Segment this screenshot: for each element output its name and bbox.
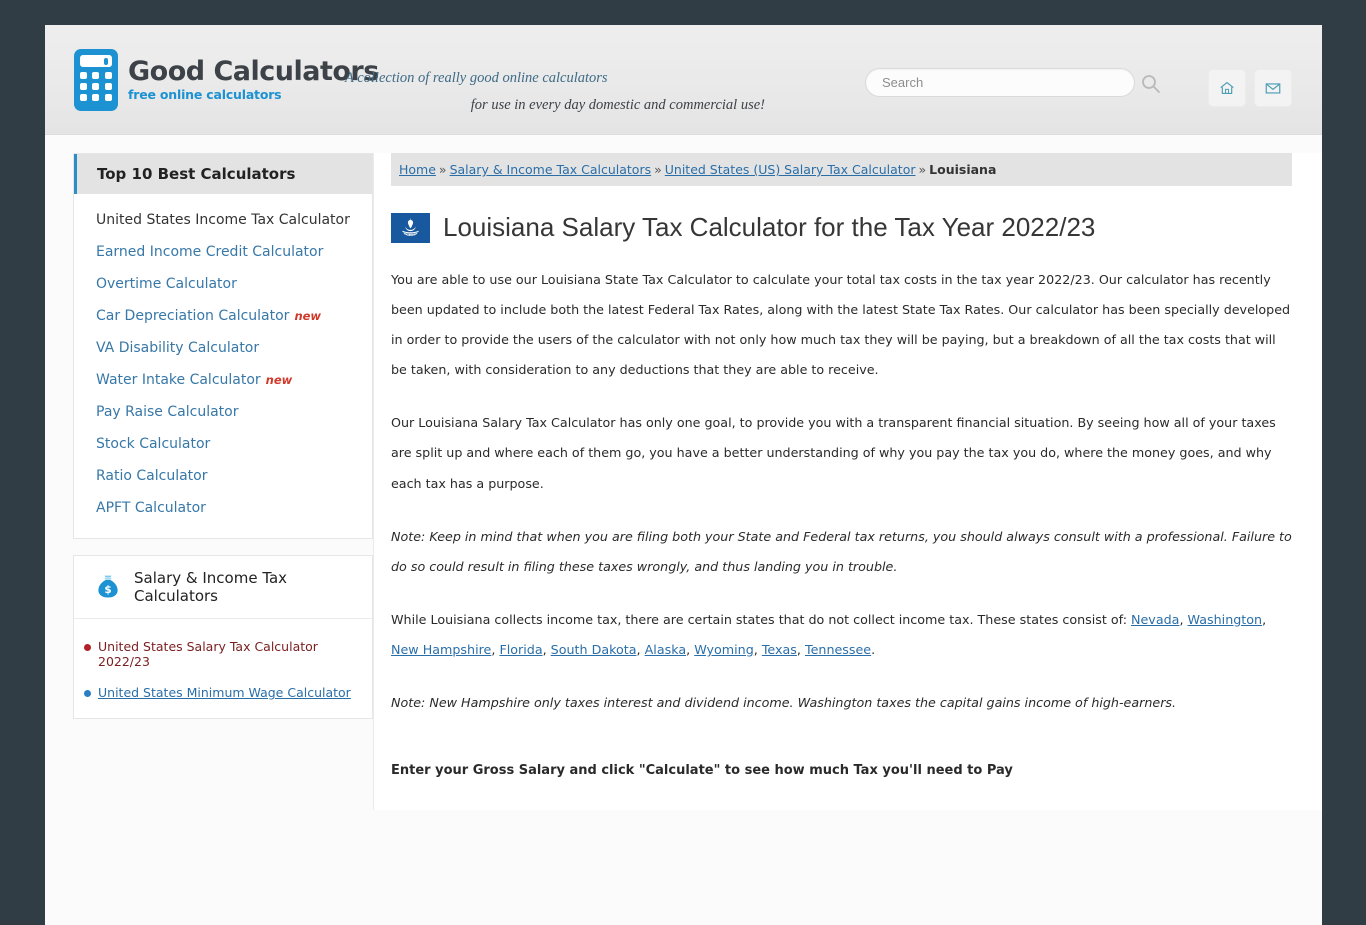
breadcrumb-link-us-salary-tax[interactable]: United States (US) Salary Tax Calculator: [665, 162, 916, 177]
sidebar-link[interactable]: Water Intake Calculator: [96, 372, 261, 388]
salary-tax-heading: Salary & Income Tax Calculators: [134, 569, 288, 605]
tagline-line-2: for use in every day domestic and commer…: [470, 96, 765, 113]
site-tagline: A collection of really good online calcu…: [345, 65, 765, 119]
state-link-alaska[interactable]: Alaska: [645, 642, 687, 657]
calculator-icon: [74, 49, 118, 111]
sidebar-link[interactable]: VA Disability Calculator: [96, 340, 259, 356]
svg-text:$: $: [104, 584, 111, 596]
search-box[interactable]: [865, 68, 1135, 97]
site-header: Good Calculators free online calculators…: [45, 25, 1322, 135]
state-link-washington[interactable]: Washington: [1188, 612, 1263, 627]
home-icon: [1220, 82, 1234, 94]
sidebar-item-us-minimum-wage[interactable]: United States Minimum Wage Calculator: [74, 677, 372, 708]
top10-heading: Top 10 Best Calculators: [74, 154, 372, 194]
search-input[interactable]: [865, 68, 1135, 97]
sidebar: Top 10 Best Calculators United States In…: [45, 153, 373, 735]
site-logo[interactable]: Good Calculators free online calculators: [74, 49, 379, 111]
sidebar-link[interactable]: Earned Income Credit Calculator: [96, 244, 323, 260]
bullet-dot: [84, 690, 91, 697]
state-link-texas[interactable]: Texas: [762, 642, 797, 657]
mail-icon: [1265, 83, 1281, 94]
contact-button[interactable]: [1254, 69, 1292, 107]
tagline-line-1: A collection of really good online calcu…: [345, 70, 608, 86]
top10-list: United States Income Tax Calculator Earn…: [74, 194, 372, 538]
sidebar-link[interactable]: Stock Calculator: [96, 436, 210, 452]
money-bag-icon: $: [98, 575, 118, 598]
sidebar-item-va-disability[interactable]: VA Disability Calculator: [74, 332, 372, 364]
sidebar-item-us-salary-tax-2022[interactable]: United States Salary Tax Calculator 2022…: [74, 631, 372, 677]
breadcrumb-separator: »: [438, 162, 447, 177]
page-title: Louisiana Salary Tax Calculator for the …: [443, 212, 1096, 242]
sidebar-item-apft[interactable]: APFT Calculator: [74, 492, 372, 524]
state-link-south-dakota[interactable]: South Dakota: [551, 642, 637, 657]
sidebar-item-car-depreciation[interactable]: Car Depreciation Calculator new: [74, 300, 372, 332]
salary-tax-card: $ Salary & Income Tax Calculators United…: [73, 555, 373, 719]
new-badge: new: [294, 309, 322, 323]
logo-subtitle: free online calculators: [128, 87, 282, 103]
state-link-nevada[interactable]: Nevada: [1131, 612, 1179, 627]
breadcrumb-link-home[interactable]: Home: [399, 162, 436, 177]
svg-text:UNION JUSTICE: UNION JUSTICE: [401, 232, 421, 236]
calculate-cta-text: Enter your Gross Salary and click "Calcu…: [391, 763, 1013, 779]
filing-note-paragraph: Note: Keep in mind that when you are fil…: [391, 528, 1292, 574]
main-content: Home» Salary & Income Tax Calculators» Uni…: [373, 153, 1322, 810]
header-buttons: [1208, 69, 1292, 107]
breadcrumb-separator: »: [654, 162, 662, 177]
sidebar-item-ratio[interactable]: Ratio Calculator: [74, 460, 372, 492]
breadcrumb-separator: »: [918, 162, 927, 177]
home-button[interactable]: [1208, 69, 1246, 107]
goal-paragraph: Our Louisiana Salary Tax Calculator has …: [391, 415, 1276, 491]
sidebar-item-stock[interactable]: Stock Calculator: [74, 428, 372, 460]
body-columns: Top 10 Best Calculators United States In…: [45, 135, 1322, 810]
louisiana-flag-icon: UNION JUSTICE: [391, 212, 430, 243]
intro-paragraph: You are able to use our Louisiana State …: [391, 272, 1291, 378]
state-link-florida[interactable]: Florida: [499, 642, 542, 657]
salary-tax-heading-row: $ Salary & Income Tax Calculators: [74, 556, 372, 619]
sidebar-item-us-income-tax[interactable]: United States Income Tax Calculator: [74, 204, 372, 236]
new-hampshire-note-paragraph: Note: New Hampshire only taxes interest …: [391, 695, 1177, 711]
breadcrumb-current: Louisiana: [929, 162, 997, 177]
sidebar-item-water-intake[interactable]: Water Intake Calculator new: [74, 364, 372, 396]
sidebar-link[interactable]: United States Income Tax Calculator: [96, 212, 350, 228]
sidebar-label: United States Salary Tax Calculator 2022…: [98, 639, 318, 669]
no-tax-states-paragraph: While Louisiana collects income tax, the…: [391, 611, 1267, 657]
salary-tax-list: United States Salary Tax Calculator 2022…: [74, 619, 372, 718]
top10-card: Top 10 Best Calculators United States In…: [73, 153, 373, 539]
breadcrumb-link-salary-income-tax[interactable]: Salary & Income Tax Calculators: [450, 162, 652, 177]
page-container: Good Calculators free online calculators…: [45, 25, 1322, 925]
sidebar-link[interactable]: Ratio Calculator: [96, 468, 208, 484]
state-link-tennessee[interactable]: Tennessee: [805, 642, 871, 657]
search-icon[interactable]: [1140, 73, 1162, 95]
no-tax-states-prefix: While Louisiana collects income tax, the…: [391, 611, 1132, 627]
logo-title: Good Calculators: [128, 56, 379, 88]
state-link-new-hampshire[interactable]: New Hampshire: [391, 642, 491, 657]
sidebar-link[interactable]: United States Minimum Wage Calculator: [98, 685, 351, 700]
state-link-wyoming[interactable]: Wyoming: [694, 642, 754, 657]
sidebar-item-pay-raise[interactable]: Pay Raise Calculator: [74, 396, 372, 428]
page-title-row: UNION JUSTICE Louisiana Salary Tax Calcu…: [391, 212, 1292, 243]
sidebar-link[interactable]: Pay Raise Calculator: [96, 404, 238, 420]
new-badge: new: [265, 373, 293, 387]
sidebar-link[interactable]: Overtime Calculator: [96, 276, 237, 292]
bullet-dot: [84, 644, 91, 651]
sidebar-item-overtime[interactable]: Overtime Calculator: [74, 268, 372, 300]
breadcrumb: Home» Salary & Income Tax Calculators» Uni…: [391, 153, 1292, 186]
sidebar-link[interactable]: APFT Calculator: [96, 500, 206, 516]
sidebar-item-earned-income-credit[interactable]: Earned Income Credit Calculator: [74, 236, 372, 268]
sidebar-link[interactable]: Car Depreciation Calculator: [96, 308, 289, 324]
